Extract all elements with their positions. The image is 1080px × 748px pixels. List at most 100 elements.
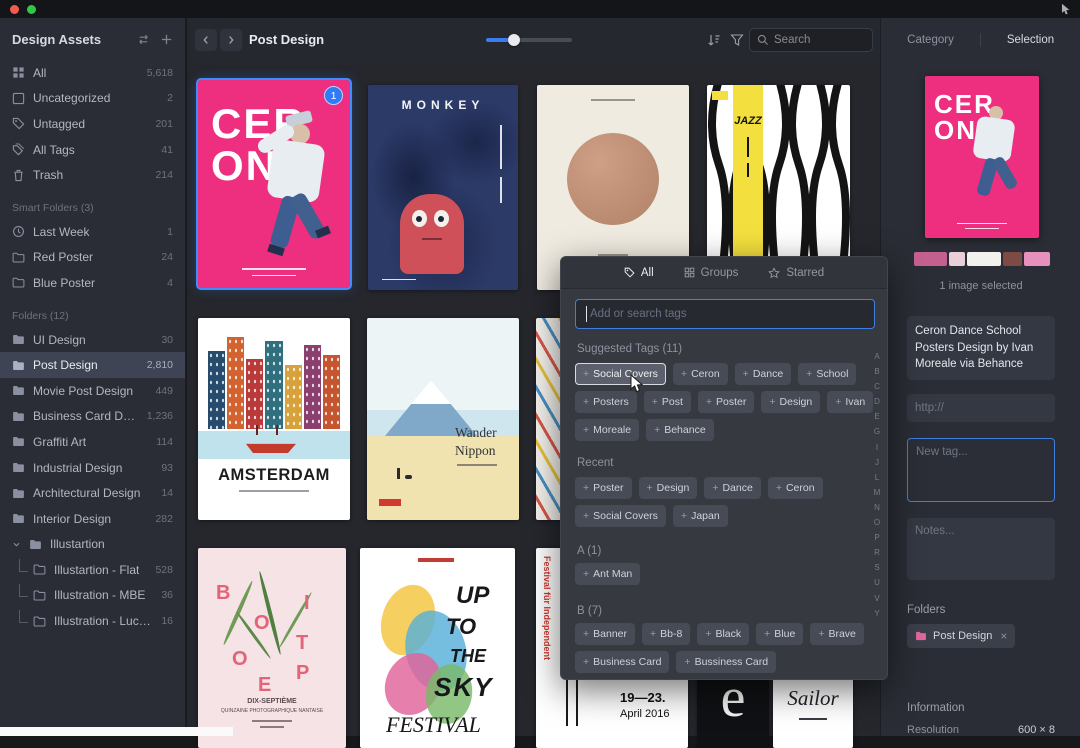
sidebar-item-blue-poster[interactable]: Blue Poster 4	[0, 270, 185, 296]
poster-amsterdam[interactable]: AMSTERDAM	[198, 318, 350, 520]
alpha-letter[interactable]: I	[871, 440, 883, 455]
tag-chip[interactable]: + Bb-8	[642, 623, 691, 645]
tab-all-tags[interactable]: All	[624, 267, 654, 279]
title-field[interactable]: Ceron Dance School Posters Design by Iva…	[907, 316, 1055, 381]
tab-groups[interactable]: Groups	[684, 267, 738, 279]
tag-chip-social-covers[interactable]: + Social Covers	[575, 363, 666, 385]
alpha-letter[interactable]: D	[871, 394, 883, 409]
filter-icon[interactable]	[730, 33, 744, 47]
add-folder-icon[interactable]	[160, 33, 173, 46]
sidebar-item-red-poster[interactable]: Red Poster 24	[0, 245, 185, 271]
tag-chip[interactable]: + Design	[761, 391, 821, 413]
tag-chip[interactable]: + Poster	[575, 477, 632, 499]
tag-chip[interactable]: + Banner	[575, 623, 635, 645]
sort-icon[interactable]	[707, 33, 721, 47]
tag-chip[interactable]: + Poster	[697, 391, 755, 413]
tag-chip[interactable]: + Post	[643, 391, 691, 413]
tab-starred[interactable]: Starred	[768, 267, 824, 279]
alpha-letter[interactable]: L	[871, 470, 883, 485]
slider-knob[interactable]	[508, 34, 520, 46]
sidebar-folder-illustartion[interactable]: Illustartion	[0, 532, 185, 558]
sidebar-folder-industrial-design[interactable]: Industrial Design 93	[0, 455, 185, 481]
tag-chip[interactable]: + Ceron	[672, 363, 728, 385]
tab-category[interactable]: Category	[881, 34, 980, 46]
sidebar-item-trash[interactable]: Trash 214	[0, 162, 185, 188]
poster-wander-nippon[interactable]: Wander Nippon	[367, 318, 519, 520]
sidebar-folder-architectural-design[interactable]: Architectural Design 14	[0, 480, 185, 506]
tag-chip[interactable]: + Posters	[575, 391, 637, 413]
sidebar-folder-post-design[interactable]: Post Design 2,810	[0, 352, 185, 378]
tag-chip[interactable]: + Dance	[734, 363, 792, 385]
zoom-window-button[interactable]	[27, 5, 36, 14]
alpha-letter[interactable]: R	[871, 545, 883, 560]
alpha-letter[interactable]: B	[871, 364, 883, 379]
tag-chip[interactable]: + Dance	[704, 477, 761, 499]
tag-chip[interactable]: + Social Covers	[575, 505, 666, 527]
sidebar-item-untagged[interactable]: Untagged 201	[0, 111, 185, 137]
tag-chip[interactable]: + Blue	[756, 623, 804, 645]
tag-search-field[interactable]	[575, 299, 875, 329]
sidebar-folder-business-card-design[interactable]: Business Card Design 1,236	[0, 404, 185, 430]
sidebar-folder-movie-post-design[interactable]: Movie Post Design 449	[0, 378, 185, 404]
selected-image-thumbnail[interactable]: CER ON	[925, 76, 1039, 238]
alpha-letter[interactable]: Y	[871, 606, 883, 621]
tag-chip[interactable]: + Black	[697, 623, 750, 645]
poster-ceron[interactable]: CER ON 1	[198, 80, 350, 288]
back-button[interactable]	[195, 29, 217, 51]
sidebar-folder-illustartion-flat[interactable]: Illustartion - Flat 528	[0, 557, 185, 583]
folder-chip-post-design[interactable]: Post Design ×	[907, 624, 1016, 648]
poster-monkey[interactable]: MONKEY	[368, 85, 518, 290]
sidebar-folder-ui-design[interactable]: UI Design 30	[0, 327, 185, 353]
poster-sky-festival[interactable]: UP TO THE SKY FESTIVAL	[360, 548, 515, 748]
tag-chip[interactable]: + Ivan	[827, 391, 874, 413]
chevron-down-icon[interactable]	[12, 540, 21, 549]
sidebar-item-uncategorized[interactable]: Uncategorized 2	[0, 86, 185, 112]
tag-chip[interactable]: + Brave	[810, 623, 864, 645]
alpha-letter[interactable]: N	[871, 500, 883, 515]
alpha-letter[interactable]: P	[871, 530, 883, 545]
tag-chip[interactable]: + Behance	[646, 419, 714, 441]
sidebar-folder-illustration-luca[interactable]: Illustration - Luca... 16	[0, 608, 185, 634]
tab-selection[interactable]: Selection	[981, 34, 1080, 46]
poster-biotope[interactable]: B I O T O P E DIX-SEPTIÈME QUINZAINE PHO…	[198, 548, 346, 748]
sort-folders-icon[interactable]	[137, 33, 150, 46]
sidebar-folder-interior-design[interactable]: Interior Design 282	[0, 506, 185, 532]
color-swatch[interactable]	[1002, 252, 1023, 266]
color-swatch[interactable]	[914, 252, 948, 266]
color-swatch[interactable]	[967, 252, 1001, 266]
sidebar-item-all-tags[interactable]: All Tags 41	[0, 137, 185, 163]
url-field[interactable]	[907, 394, 1055, 422]
thumbnail-size-slider[interactable]	[486, 34, 572, 46]
alpha-letter[interactable]: S	[871, 560, 883, 575]
alpha-letter[interactable]: O	[871, 515, 883, 530]
sidebar-folder-graffiti-art[interactable]: Graffiti Art 114	[0, 429, 185, 455]
alpha-letter[interactable]: G	[871, 424, 883, 439]
tag-chip[interactable]: + Business Card	[575, 651, 670, 673]
alpha-letter[interactable]: M	[871, 485, 883, 500]
tag-chip[interactable]: + Ant Man	[575, 563, 641, 585]
tag-chip[interactable]: + School	[798, 363, 857, 385]
forward-button[interactable]	[220, 29, 242, 51]
remove-folder-icon[interactable]: ×	[1000, 629, 1007, 643]
new-tag-field[interactable]	[907, 438, 1055, 502]
tag-chip[interactable]: + Bussiness Card	[676, 651, 777, 673]
alpha-letter[interactable]: V	[871, 591, 883, 606]
close-window-button[interactable]	[10, 5, 19, 14]
tag-search-input[interactable]	[575, 299, 875, 329]
color-swatch[interactable]	[1024, 252, 1050, 266]
tag-chip[interactable]: + Moreale	[575, 419, 640, 441]
tag-chip[interactable]: + Ceron	[767, 477, 823, 499]
notes-field[interactable]	[907, 518, 1055, 580]
alpha-letter[interactable]: U	[871, 575, 883, 590]
search-box[interactable]	[749, 28, 873, 52]
tag-chip[interactable]: + Japan	[672, 505, 728, 527]
color-swatch[interactable]	[949, 252, 966, 266]
alpha-letter[interactable]: E	[871, 409, 883, 424]
sidebar-item-all[interactable]: All 5,618	[0, 60, 185, 86]
sidebar-item-last-week[interactable]: Last Week 1	[0, 219, 185, 245]
tag-chip[interactable]: + Design	[638, 477, 698, 499]
alpha-letter[interactable]: J	[871, 455, 883, 470]
sidebar-folder-illustration-mbe[interactable]: Illustration - MBE 36	[0, 583, 185, 609]
alpha-letter[interactable]: A	[871, 349, 883, 364]
alpha-letter[interactable]: C	[871, 379, 883, 394]
